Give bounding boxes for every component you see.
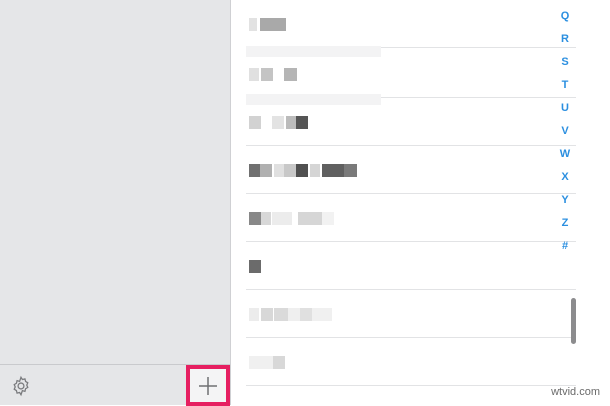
gear-icon [13,375,29,397]
list-item[interactable] [246,98,576,146]
contact-list: Q R S T U V W X Y Z # [231,0,610,405]
blurred-name [249,164,260,177]
blurred-name [249,68,259,81]
index-letter-hash[interactable]: # [553,235,577,258]
watermark: wtvid.com [551,386,600,398]
list-item[interactable] [246,290,576,338]
sidebar [0,0,231,406]
index-letter-z[interactable]: Z [553,212,577,235]
blurred-name [249,356,273,369]
scrollbar[interactable] [571,298,576,344]
list-item[interactable] [246,242,576,290]
plus-icon [199,376,217,395]
blurred-name [249,116,261,129]
list-item[interactable] [246,146,576,194]
blurred-name [249,260,261,273]
blurred-name [249,212,261,225]
alphabet-index[interactable]: Q R S T U V W X Y Z # [553,5,577,258]
list-item[interactable] [246,50,576,98]
index-letter-w[interactable]: W [553,143,577,166]
index-letter-t[interactable]: T [553,74,577,97]
index-letter-r[interactable]: R [553,28,577,51]
list-item[interactable] [246,338,576,386]
index-letter-u[interactable]: U [553,97,577,120]
list-item[interactable] [246,194,576,242]
sidebar-footer [0,364,230,406]
blurred-name [249,18,257,31]
index-letter-v[interactable]: V [553,120,577,143]
add-contact-button[interactable] [186,365,230,406]
settings-button[interactable] [10,375,32,397]
index-letter-s[interactable]: S [553,51,577,74]
index-letter-x[interactable]: X [553,166,577,189]
blurred-name [249,308,259,321]
list-item[interactable] [246,0,576,48]
index-letter-q[interactable]: Q [553,5,577,28]
index-letter-y[interactable]: Y [553,189,577,212]
